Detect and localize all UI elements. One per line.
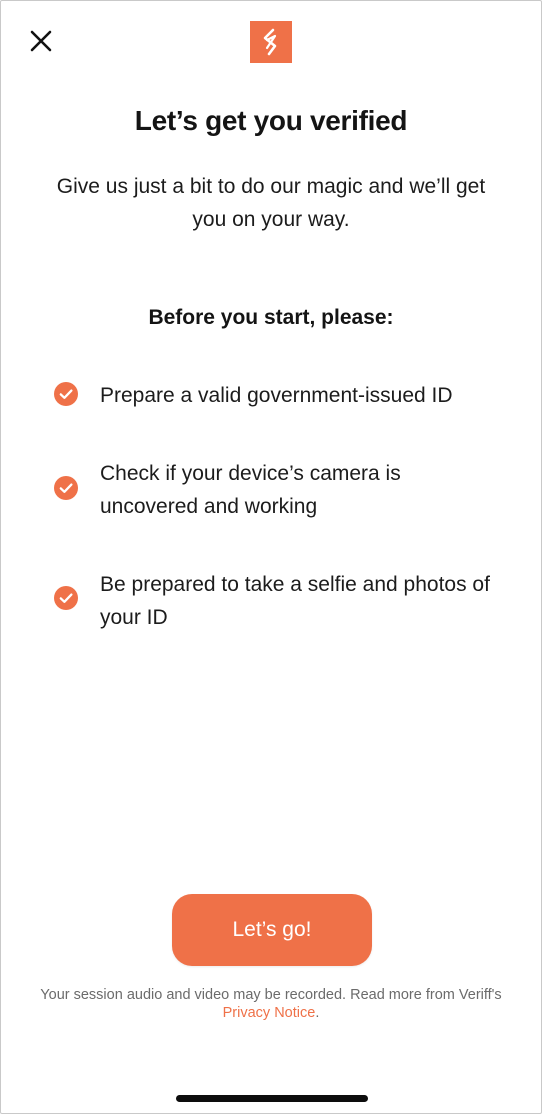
veriff-logo: [250, 21, 292, 63]
page-title: Let’s get you verified: [134, 105, 408, 136]
checklist-item-text: Check if your device’s camera is uncover…: [100, 462, 401, 518]
lets-go-button[interactable]: Let’s go!: [172, 894, 372, 966]
checklist-heading: Before you start, please:: [148, 306, 394, 329]
privacy-notice-link[interactable]: Privacy Notice: [223, 1005, 316, 1021]
check-circle-icon: [54, 476, 78, 500]
close-button[interactable]: [25, 25, 57, 57]
verification-intro-screen: Let’s get you verified Give us just a bi…: [0, 0, 542, 1114]
check-circle-icon: [54, 586, 78, 610]
checklist-item-text: Be prepared to take a selfie and photos …: [100, 573, 490, 629]
check-circle-icon: [54, 382, 78, 406]
disclaimer-end: .: [315, 1005, 320, 1021]
checklist-item-text: Prepare a valid government-issued ID: [100, 384, 453, 407]
home-indicator[interactable]: [176, 1095, 368, 1102]
veriff-logo-icon: [263, 28, 277, 56]
page-subtitle: Give us just a bit to do our magic and w…: [56, 175, 486, 231]
close-icon: [30, 30, 52, 52]
recording-disclaimer: Your session audio and video may be reco…: [31, 986, 511, 1022]
disclaimer-text: Your session audio and video may be reco…: [40, 987, 502, 1003]
